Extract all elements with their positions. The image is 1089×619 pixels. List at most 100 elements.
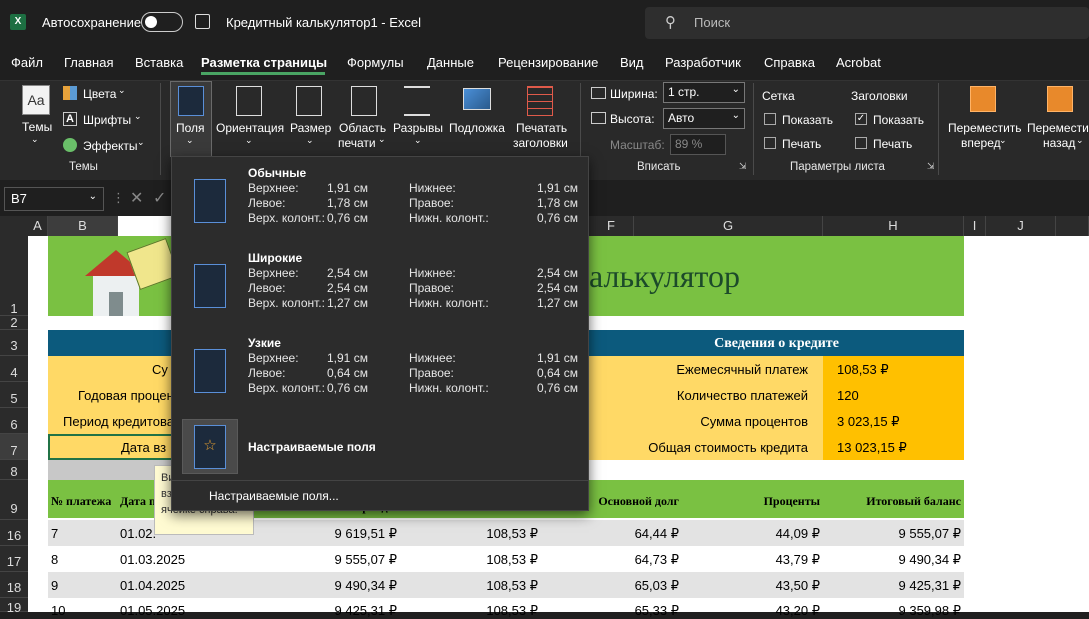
cell-interest[interactable]: 43,79 ₽ [700,552,820,568]
effects-button[interactable]: Эффекты [83,139,138,153]
cell-interest[interactable]: 43,50 ₽ [700,578,820,594]
cell-balance[interactable]: 9 425,31 ₽ [300,603,398,619]
row-header-8[interactable]: 8 [0,460,28,480]
send-backward-label-2[interactable]: назад [1043,136,1075,150]
cell-principal[interactable]: 65,33 ₽ [589,603,679,619]
fonts-icon: A [63,112,77,126]
column-header-f[interactable]: F [589,216,634,236]
column-header-h[interactable]: H [823,216,964,236]
custom-preset-label[interactable]: Настраиваемые поля [248,440,376,454]
selected-cell-b7[interactable] [48,434,188,460]
width-select[interactable]: 1 стр. ⌄ [663,82,745,103]
row-header-9[interactable]: 9 [0,480,28,520]
custom-margins-command[interactable]: Настраиваемые поля... [209,489,339,503]
cell-principal[interactable]: 65,03 ₽ [589,578,679,594]
tab-acrobat[interactable]: Acrobat [836,55,881,70]
tab-page-layout[interactable]: Разметка страницы [201,55,327,70]
print-area-label-1[interactable]: Область [339,121,386,135]
cell-num[interactable]: 9 [51,578,58,593]
row-header-6[interactable]: 6 [0,408,28,434]
cell-payment[interactable]: 108,53 ₽ [440,552,538,568]
row-header-16[interactable]: 16 [0,520,28,546]
tab-formulas[interactable]: Формулы [347,55,404,70]
margin-preset-narrow[interactable] [176,333,584,411]
search-box[interactable]: ⚲ Поиск [645,7,1089,39]
background-button[interactable]: Подложка [449,121,505,135]
cell-balance[interactable]: 9 619,51 ₽ [300,526,398,542]
cell-balance[interactable]: 9 490,34 ₽ [300,578,398,594]
headings-print-checkbox[interactable] [855,137,867,149]
column-header-g[interactable]: G [634,216,823,236]
name-box[interactable]: B7 ⌄ [4,187,104,211]
orientation-button[interactable]: Ориентация [216,121,284,135]
scale-input[interactable]: 89 % [670,134,726,155]
save-icon[interactable] [195,14,210,29]
cell-total[interactable]: 9 490,34 ₽ [823,552,962,568]
row-header-3[interactable]: 3 [0,330,28,356]
print-titles-label-1[interactable]: Печатать [516,121,567,135]
cell-payment[interactable]: 108,53 ₽ [440,526,538,542]
cell-total[interactable]: 9 555,07 ₽ [823,526,962,542]
tab-developer[interactable]: Разработчик [665,55,741,70]
send-backward-label-1[interactable]: Переместить [1027,121,1089,135]
autosave-toggle[interactable] [141,12,183,32]
breaks-button[interactable]: Разрывы [393,121,443,135]
dialog-launcher-icon[interactable]: ⇲ [739,161,747,172]
colors-button[interactable]: Цвета [83,87,116,101]
cell-num[interactable]: 10 [51,603,65,618]
print-titles-label-2[interactable]: заголовки [513,136,568,150]
print-area-label-2[interactable]: печати [338,136,376,150]
cell-balance[interactable]: 9 555,07 ₽ [300,552,398,568]
gridlines-print-label: Печать [782,137,822,151]
tab-review[interactable]: Рецензирование [498,55,598,70]
fonts-button[interactable]: Шрифты [83,113,131,127]
cell-date[interactable]: 01.02. [120,526,156,541]
tab-insert[interactable]: Вставка [135,55,183,70]
tab-view[interactable]: Вид [620,55,644,70]
cell-interest[interactable]: 43,20 ₽ [700,603,820,619]
row-header-19[interactable]: 19 [0,598,28,615]
headings-show-checkbox[interactable]: ✓ [855,113,867,125]
cell-total[interactable]: 9 359,98 ₽ [823,603,962,619]
margin-preset-wide[interactable] [176,248,584,326]
cell-principal[interactable]: 64,44 ₽ [589,526,679,542]
bring-forward-label-1[interactable]: Переместить [948,121,1022,135]
tab-file[interactable]: Файл [11,55,43,70]
tab-data[interactable]: Данные [427,55,474,70]
cell-num[interactable]: 7 [51,526,58,541]
cell-interest[interactable]: 44,09 ₽ [700,526,820,542]
tab-home[interactable]: Главная [64,55,113,70]
cell-payment[interactable]: 108,53 ₽ [440,578,538,594]
row-header-2[interactable]: 2 [0,316,28,330]
cell-date[interactable]: 01.03.2025 [120,552,185,567]
cell-date[interactable]: 01.05.2025 [120,603,185,618]
cancel-icon[interactable]: ✕ [130,188,143,208]
gridlines-show-checkbox[interactable] [764,113,776,125]
cell-date[interactable]: 01.04.2025 [120,578,185,593]
select-all-corner[interactable] [0,216,28,236]
tab-help[interactable]: Справка [764,55,815,70]
height-select[interactable]: Авто ⌄ [663,108,745,129]
row-header-18[interactable]: 18 [0,572,28,598]
row-header-5[interactable]: 5 [0,382,28,408]
cell-num[interactable]: 8 [51,552,58,567]
bring-forward-label-2[interactable]: вперед [961,136,1001,150]
margin-preset-normal[interactable] [176,163,584,241]
column-header-a[interactable]: A [28,216,48,236]
dialog-launcher-icon[interactable]: ⇲ [927,161,935,172]
column-header-i[interactable]: I [964,216,986,236]
cell-payment[interactable]: 108,53 ₽ [440,603,538,619]
row-header-17[interactable]: 17 [0,546,28,572]
column-header-j[interactable]: J [986,216,1056,236]
cell-total[interactable]: 9 425,31 ₽ [823,578,962,594]
size-button[interactable]: Размер [290,121,331,135]
column-header-b[interactable]: B [48,216,118,236]
margin-preset-custom[interactable]: ☆ [182,419,238,474]
gridlines-print-checkbox[interactable] [764,137,776,149]
row-header-7[interactable]: 7 [0,434,28,460]
row-header-4[interactable]: 4 [0,356,28,382]
cell-principal[interactable]: 64,73 ₽ [589,552,679,568]
themes-button[interactable]: Темы [22,120,52,134]
row-header-1[interactable]: 1 [0,236,28,316]
enter-icon[interactable]: ✓ [153,188,166,208]
